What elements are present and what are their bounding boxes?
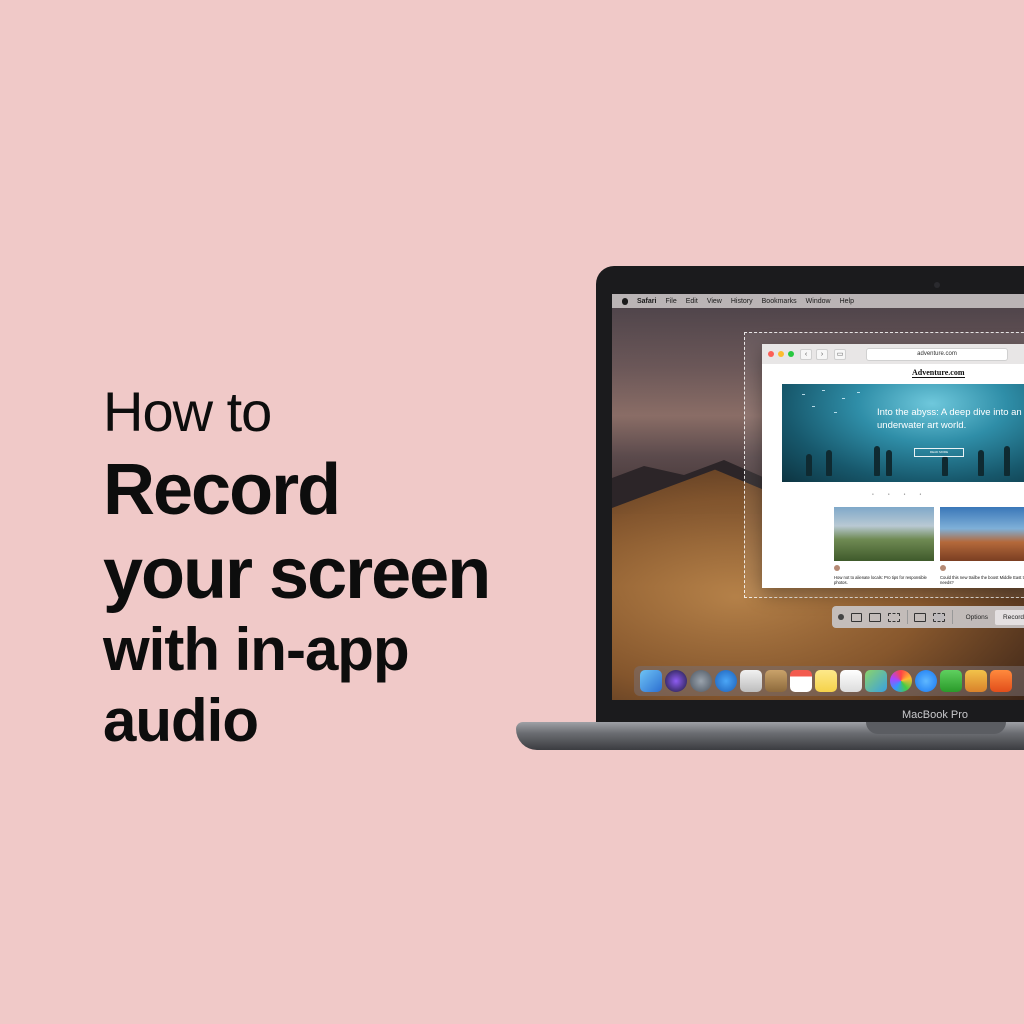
fish-shape — [812, 406, 815, 407]
reminders-icon[interactable] — [840, 670, 862, 692]
screenshot-toolbar: Options Record — [832, 606, 1024, 628]
site-logo[interactable]: Adventure.com — [912, 368, 965, 378]
record-selection-icon[interactable] — [933, 612, 945, 622]
headline-line-3: your screen — [103, 534, 491, 614]
diver-figure — [874, 446, 880, 476]
calendar-icon[interactable] — [790, 670, 812, 692]
diver-figure — [826, 450, 832, 476]
minimize-window-icon[interactable] — [778, 351, 784, 357]
keynote-icon[interactable] — [990, 670, 1012, 692]
headline: How to Record your screen with in-app au… — [103, 378, 491, 756]
safari-window: ‹ › ▭ adventure.com Adventure.com Into t… — [762, 344, 1024, 588]
contacts-icon[interactable] — [765, 670, 787, 692]
forward-icon[interactable]: › — [816, 348, 828, 360]
launchpad-icon[interactable] — [690, 670, 712, 692]
safari-toolbar: ‹ › ▭ adventure.com — [762, 344, 1024, 364]
menu-app-name[interactable]: Safari — [637, 298, 656, 305]
headline-line-2: Record — [103, 450, 341, 530]
category-links: ● ● ● ● — [872, 492, 921, 496]
capture-entire-screen-icon[interactable] — [850, 612, 863, 622]
site-header: Adventure.com — [762, 364, 1024, 384]
category-icon[interactable]: ● — [872, 492, 874, 496]
fish-shape — [842, 398, 845, 399]
camera-icon — [934, 282, 940, 288]
record-entire-screen-icon[interactable] — [914, 612, 927, 622]
siri-icon[interactable] — [665, 670, 687, 692]
fish-shape — [822, 390, 825, 391]
menu-bar: Safari File Edit View History Bookmarks … — [612, 294, 1024, 308]
avatar — [940, 565, 946, 571]
finder-icon[interactable] — [640, 670, 662, 692]
capture-window-icon[interactable] — [869, 612, 881, 622]
laptop-notch — [866, 722, 1006, 734]
headline-line-1: How to — [103, 380, 272, 443]
close-icon[interactable] — [838, 614, 844, 620]
avatar — [834, 565, 840, 571]
headline-line-4: with in-app — [103, 616, 410, 683]
headline-line-5: audio — [103, 687, 259, 754]
fish-shape — [834, 412, 837, 413]
maps-icon[interactable] — [865, 670, 887, 692]
pages-icon[interactable] — [965, 670, 987, 692]
diver-figure — [978, 450, 984, 476]
options-menu[interactable]: Options — [966, 614, 988, 621]
hero-title: Into the abyss: A deep dive into an unde… — [877, 407, 1022, 431]
read-more-button[interactable]: READ MORE — [914, 448, 964, 457]
category-icon[interactable]: ● — [888, 492, 890, 496]
close-window-icon[interactable] — [768, 351, 774, 357]
category-icon[interactable]: ● — [904, 492, 906, 496]
address-bar[interactable]: adventure.com — [866, 348, 1008, 361]
messages-icon[interactable] — [915, 670, 937, 692]
laptop-screen: Safari File Edit View History Bookmarks … — [612, 294, 1024, 700]
photos-icon[interactable] — [890, 670, 912, 692]
dock — [634, 666, 1024, 696]
safari-icon[interactable] — [715, 670, 737, 692]
diver-figure — [942, 456, 948, 476]
toolbar-divider — [906, 610, 908, 624]
menu-item-edit[interactable]: Edit — [686, 298, 698, 305]
fish-shape — [802, 394, 805, 395]
menu-item-file[interactable]: File — [665, 298, 676, 305]
mail-icon[interactable] — [740, 670, 762, 692]
notes-icon[interactable] — [815, 670, 837, 692]
category-icon[interactable]: ● — [919, 492, 921, 496]
capture-selection-icon[interactable] — [887, 612, 900, 622]
article-card-title[interactable]: How not to alienate locals: Pro tips for… — [834, 575, 934, 585]
fish-shape — [857, 392, 860, 393]
zoom-window-icon[interactable] — [788, 351, 794, 357]
diver-figure — [806, 454, 812, 476]
menu-item-window[interactable]: Window — [806, 298, 831, 305]
facetime-icon[interactable] — [940, 670, 962, 692]
sidebar-icon[interactable]: ▭ — [834, 348, 846, 360]
diver-figure — [886, 450, 892, 476]
laptop-brand: MacBook Pro — [901, 709, 969, 721]
diver-figure — [1004, 446, 1010, 476]
hero-image[interactable]: Into the abyss: A deep dive into an unde… — [782, 384, 1024, 482]
article-card-image[interactable] — [834, 507, 934, 561]
article-card-title[interactable]: Could this new trailbe the boost Middle … — [940, 575, 1024, 585]
back-icon[interactable]: ‹ — [800, 348, 812, 360]
menu-item-help[interactable]: Help — [840, 298, 854, 305]
article-card-image[interactable] — [940, 507, 1024, 561]
record-button[interactable]: Record — [995, 609, 1024, 625]
menu-item-bookmarks[interactable]: Bookmarks — [762, 298, 797, 305]
menu-item-history[interactable]: History — [731, 298, 753, 305]
toolbar-divider — [951, 610, 953, 624]
apple-icon[interactable] — [622, 297, 628, 305]
menu-item-view[interactable]: View — [707, 298, 722, 305]
